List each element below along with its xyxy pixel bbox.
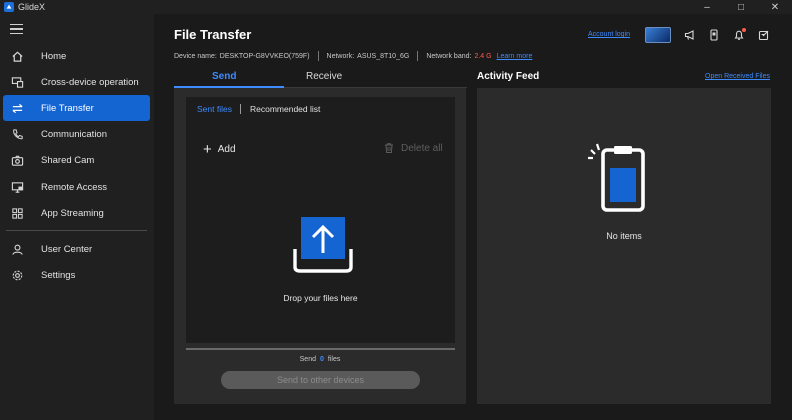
feedback-edit-icon[interactable] xyxy=(757,28,771,42)
subtab-sent-files[interactable]: Sent files xyxy=(197,104,232,114)
device-thumbnail[interactable] xyxy=(645,27,671,43)
subtab-recommended-list[interactable]: Recommended list xyxy=(250,104,320,114)
empty-clipboard-icon xyxy=(587,142,651,216)
remote-access-icon xyxy=(10,180,24,194)
bell-icon[interactable] xyxy=(732,28,746,42)
home-icon xyxy=(10,49,24,63)
add-files-button[interactable]: + Add xyxy=(203,142,236,157)
app-title: GlideX xyxy=(18,2,46,12)
sidebar-item-label: Settings xyxy=(41,269,76,281)
account-login-link[interactable]: Account login xyxy=(588,31,630,38)
close-button[interactable]: ✕ xyxy=(758,0,792,14)
file-drop-zone[interactable]: Sent files Recommended list + Add Delete… xyxy=(186,97,455,343)
info-separator xyxy=(417,51,419,61)
info-separator xyxy=(317,51,319,61)
add-label: Add xyxy=(217,144,236,155)
no-items-text: No items xyxy=(606,231,642,241)
device-name-value: DESKTOP-G8VVKEO(759F) xyxy=(219,52,310,60)
sidebar-item-app-streaming[interactable]: App Streaming xyxy=(3,200,150,226)
sidebar-item-file-transfer[interactable]: File Transfer xyxy=(3,95,150,121)
send-to-other-devices-button[interactable]: Send to other devices xyxy=(221,371,420,389)
send-divider xyxy=(186,348,455,350)
send-count-number: 0 xyxy=(320,356,324,363)
sidebar-item-label: Communication xyxy=(41,128,107,140)
sidebar-item-label: User Center xyxy=(41,243,93,255)
sidebar-item-label: File Transfer xyxy=(41,102,94,114)
send-count-prefix: Send xyxy=(299,356,316,363)
sidebar-item-user-center[interactable]: User Center xyxy=(3,236,150,262)
tab-send[interactable]: Send xyxy=(212,71,236,82)
send-count-suffix: files xyxy=(327,356,341,363)
network-value: ASUS_8T10_6G xyxy=(357,52,410,60)
delete-all-button[interactable]: Delete all xyxy=(383,142,443,154)
sidebar-divider xyxy=(6,230,147,231)
tab-receive[interactable]: Receive xyxy=(306,71,342,82)
sidebar-item-shared-cam[interactable]: Shared Cam xyxy=(3,147,150,173)
activity-feed-title: Activity Feed xyxy=(477,71,540,82)
main-content: File Transfer Device name: DESKTOP-G8VVK… xyxy=(154,14,792,420)
send-panel: Sent files Recommended list + Add Delete… xyxy=(174,88,466,404)
maximize-button[interactable]: □ xyxy=(724,0,758,14)
hamburger-menu-icon[interactable] xyxy=(10,24,23,35)
gear-icon xyxy=(10,268,24,282)
plus-icon: + xyxy=(203,141,212,158)
sidebar-item-communication[interactable]: Communication xyxy=(3,121,150,147)
sidebar-item-settings[interactable]: Settings xyxy=(3,262,150,288)
upload-icon xyxy=(293,215,353,275)
trash-icon xyxy=(385,143,393,153)
camera-icon xyxy=(10,153,24,167)
sidebar-item-label: Home xyxy=(41,50,67,62)
device-info-row: Device name: DESKTOP-G8VVKEO(759F) Netwo… xyxy=(174,51,532,61)
page-title: File Transfer xyxy=(174,27,252,42)
sidebar-item-label: Remote Access xyxy=(41,181,107,193)
notification-dot xyxy=(742,28,746,32)
glidex-logo-icon xyxy=(4,2,14,12)
minimize-button[interactable]: – xyxy=(690,0,724,14)
file-transfer-icon xyxy=(10,101,24,115)
network-band-label: Network band: xyxy=(426,52,472,60)
sidebar: Home Cross-device operation File Transfe… xyxy=(0,14,154,420)
learn-more-link[interactable]: Learn more xyxy=(497,53,533,60)
activity-feed-panel: No items xyxy=(477,88,771,404)
title-bar: GlideX – □ ✕ xyxy=(0,0,792,14)
sidebar-item-remote-access[interactable]: Remote Access xyxy=(3,174,150,200)
network-band-value: 2.4 G xyxy=(474,52,492,60)
app-grid-icon xyxy=(10,206,24,220)
sidebar-item-label: Cross-device operation xyxy=(41,76,139,88)
sidebar-item-home[interactable]: Home xyxy=(3,43,150,69)
open-received-files-link[interactable]: Open Received Files xyxy=(705,73,770,80)
phone-icon xyxy=(10,127,24,141)
delete-all-label: Delete all xyxy=(401,142,443,154)
user-icon xyxy=(10,242,24,256)
sidebar-item-label: Shared Cam xyxy=(41,154,95,166)
subtab-separator xyxy=(240,104,241,114)
cross-device-icon xyxy=(10,75,24,89)
drop-files-text: Drop your files here xyxy=(283,293,358,303)
sidebar-item-cross-device[interactable]: Cross-device operation xyxy=(3,69,150,95)
device-name-label: Device name: xyxy=(174,52,217,60)
megaphone-icon[interactable] xyxy=(683,28,697,42)
window-controls: – □ ✕ xyxy=(690,0,792,14)
sidebar-item-label: App Streaming xyxy=(41,207,104,219)
network-label: Network: xyxy=(326,52,355,60)
mobile-device-icon[interactable] xyxy=(707,28,721,42)
send-file-count: Send 0 files xyxy=(174,356,466,363)
